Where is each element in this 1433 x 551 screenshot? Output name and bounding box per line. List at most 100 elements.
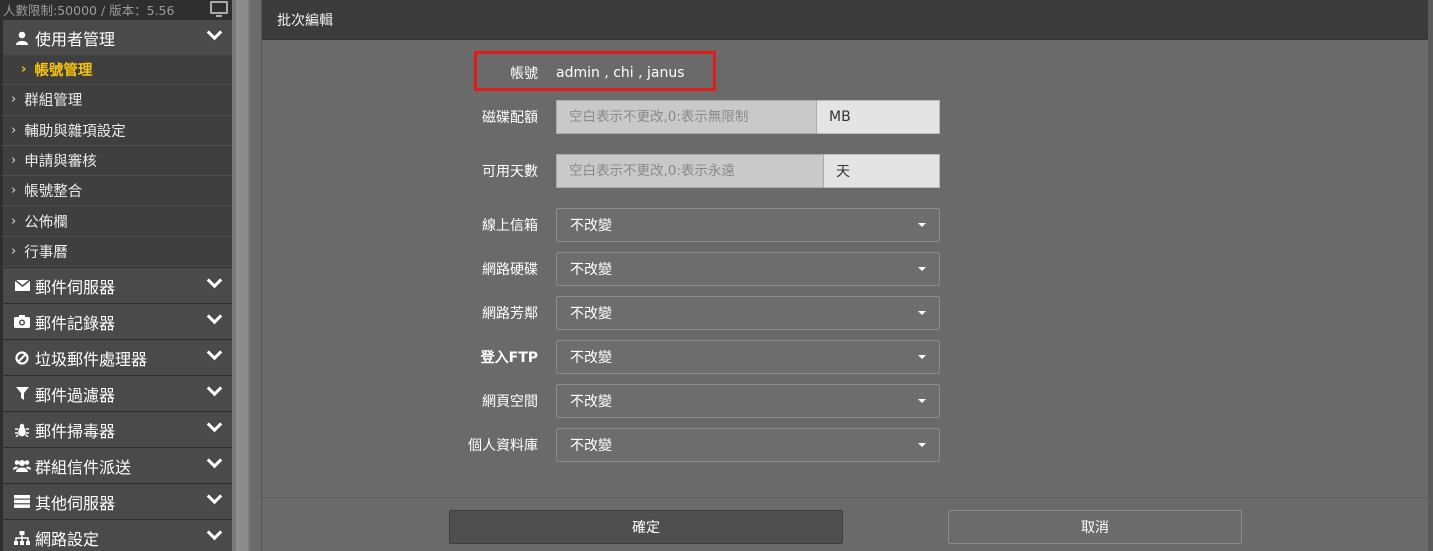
network-drive-label: 網路硬碟 (482, 262, 538, 278)
quota-label: 磁碟配額 (482, 110, 538, 126)
sidebar-item-label: 帳號管理 (34, 63, 93, 80)
chevron-down-icon (206, 24, 223, 41)
account-row: 帳號 admin , chi , janus (262, 56, 1428, 90)
select-value: 不改變 (570, 262, 612, 278)
chevron-down-icon (206, 308, 223, 325)
ftp-login-select[interactable]: 不改變 (556, 340, 940, 374)
days-input-group: 天 (556, 154, 940, 188)
online-mailbox-label: 線上信箱 (482, 218, 538, 234)
sidebar-item-label: 行事曆 (24, 244, 68, 261)
envelope-icon (13, 280, 31, 292)
sidebar-section-mail-filter[interactable]: 郵件過濾器 (0, 375, 232, 412)
monitor-icon[interactable] (210, 1, 228, 17)
sidebar-section-group-mail[interactable]: 群組信件派送 (0, 447, 232, 484)
chevron-right-icon: › (11, 243, 17, 259)
batch-edit-panel: 批次編輯 帳號 admin , chi , janus 磁碟配額 MB 可用天數… (261, 0, 1428, 551)
caret-down-icon (918, 223, 926, 227)
network-drive-row: 網路硬碟 不改變 (262, 252, 1428, 286)
sidebar-item-label: 帳號整合 (24, 184, 83, 201)
caret-down-icon (918, 443, 926, 447)
sidebar-item-bulletin[interactable]: › 公佈欄 (0, 206, 232, 237)
quota-input-group: MB (556, 100, 940, 134)
web-space-label: 網頁空間 (482, 394, 538, 410)
days-input[interactable] (556, 154, 824, 188)
sidebar: 人數限制:50000 / 版本：5.56 使用者管理 › 帳號管理 › 群組管理… (0, 0, 232, 551)
sidebar-item-label: 輔助與雜項設定 (24, 123, 126, 140)
license-info-text: 人數限制:50000 / 版本：5.56 (3, 3, 175, 18)
caret-down-icon (918, 267, 926, 271)
days-row: 可用天數 天 (262, 154, 1428, 188)
network-neighborhood-row: 網路芳鄰 不改變 (262, 296, 1428, 330)
user-icon (13, 31, 31, 45)
online-mailbox-select[interactable]: 不改變 (556, 208, 940, 242)
personal-database-select[interactable]: 不改變 (556, 428, 940, 462)
sidebar-section-network-settings[interactable]: 網路設定 (0, 519, 232, 551)
caret-down-icon (918, 311, 926, 315)
sidebar-item-account-management[interactable]: › 帳號管理 (0, 55, 232, 86)
window-right-edge (1428, 0, 1433, 551)
sitemap-icon (13, 530, 31, 545)
sidebar-item-label: 公佈欄 (24, 214, 68, 231)
select-value: 不改變 (570, 438, 612, 454)
personal-database-row: 個人資料庫 不改變 (262, 428, 1428, 462)
chevron-right-icon: › (11, 153, 17, 169)
chevron-right-icon: › (11, 122, 17, 138)
sidebar-scrollbar[interactable] (236, 0, 248, 551)
account-label: 帳號 (510, 66, 538, 82)
chevron-down-icon (206, 452, 223, 469)
sidebar-item-label: 群組管理 (24, 93, 83, 110)
network-drive-select[interactable]: 不改變 (556, 252, 940, 286)
confirm-button[interactable]: 確定 (449, 510, 843, 544)
ftp-login-label: 登入FTP (480, 350, 538, 366)
days-label: 可用天數 (482, 164, 538, 180)
chevron-down-icon (206, 416, 223, 433)
chevron-right-icon: › (11, 92, 17, 108)
chevron-down-icon (206, 524, 223, 541)
section-label: 郵件記錄器 (35, 313, 116, 333)
online-mailbox-row: 線上信箱 不改變 (262, 208, 1428, 242)
select-value: 不改變 (570, 218, 612, 234)
chevron-down-icon (206, 272, 223, 289)
sidebar-section-other-servers[interactable]: 其他伺服器 (0, 483, 232, 520)
personal-database-label: 個人資料庫 (468, 438, 538, 454)
bug-icon (13, 423, 31, 437)
chevron-right-icon: › (21, 62, 27, 78)
users-icon (13, 459, 31, 473)
sidebar-item-calendar[interactable]: › 行事曆 (0, 236, 232, 268)
panel-title: 批次編輯 (277, 12, 333, 29)
sidebar-section-virus-scanner[interactable]: 郵件掃毒器 (0, 411, 232, 448)
sidebar-item-group-management[interactable]: › 群組管理 (0, 85, 232, 116)
caret-down-icon (918, 355, 926, 359)
filter-icon (13, 387, 31, 401)
chevron-right-icon: › (11, 183, 17, 199)
sidebar-section-user-management[interactable]: 使用者管理 (0, 19, 232, 55)
section-label: 使用者管理 (35, 29, 116, 49)
sidebar-section-spam-processor[interactable]: 垃圾郵件處理器 (0, 339, 232, 376)
chevron-down-icon (206, 488, 223, 505)
quota-input[interactable] (556, 100, 817, 134)
section-label: 其他伺服器 (35, 493, 116, 513)
cancel-button[interactable]: 取消 (948, 510, 1242, 544)
chevron-right-icon: › (11, 213, 17, 229)
sidebar-section-mail-server[interactable]: 郵件伺服器 (0, 267, 232, 304)
web-space-select[interactable]: 不改變 (556, 384, 940, 418)
section-label: 群組信件派送 (35, 457, 132, 477)
ftp-login-row: 登入FTP 不改變 (262, 340, 1428, 374)
chevron-down-icon (206, 380, 223, 397)
sidebar-item-aux-settings[interactable]: › 輔助與雜項設定 (0, 115, 232, 146)
sidebar-item-application-review[interactable]: › 申請與審核 (0, 145, 232, 177)
network-neighborhood-select[interactable]: 不改變 (556, 296, 940, 330)
sidebar-item-label: 申請與審核 (24, 154, 97, 171)
select-value: 不改變 (570, 306, 612, 322)
network-neighborhood-label: 網路芳鄰 (482, 306, 538, 322)
select-value: 不改變 (570, 350, 612, 366)
section-label: 郵件掃毒器 (35, 421, 116, 441)
quota-unit-addon: MB (817, 100, 940, 134)
camera-icon (13, 315, 31, 329)
panel-header: 批次編輯 (262, 0, 1428, 40)
sidebar-item-account-integration[interactable]: › 帳號整合 (0, 176, 232, 207)
section-label: 郵件伺服器 (35, 277, 116, 297)
web-space-row: 網頁空間 不改變 (262, 384, 1428, 418)
sidebar-section-mail-logger[interactable]: 郵件記錄器 (0, 303, 232, 340)
quota-row: 磁碟配額 MB (262, 100, 1428, 134)
